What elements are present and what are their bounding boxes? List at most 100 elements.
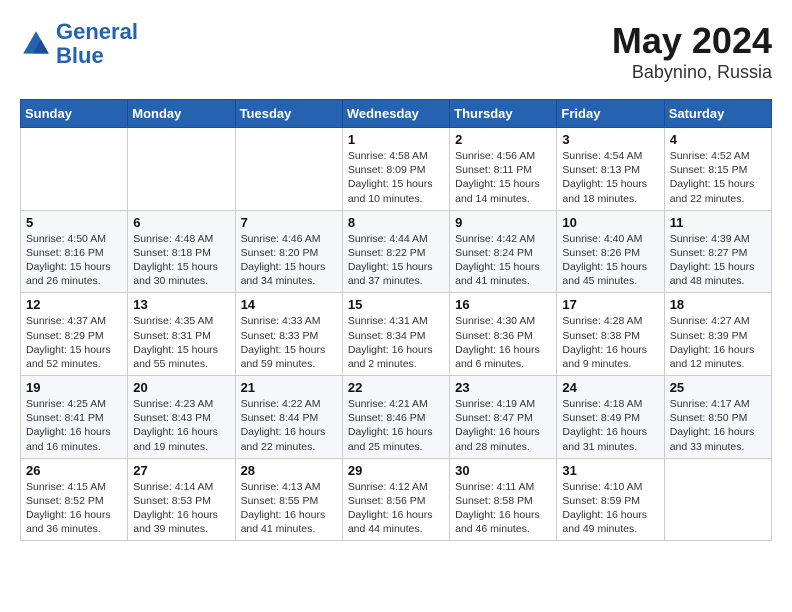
calendar-cell (664, 458, 771, 541)
calendar-cell: 14 Sunrise: 4:33 AM Sunset: 8:33 PM Dayli… (235, 293, 342, 376)
calendar-cell: 23 Sunrise: 4:19 AM Sunset: 8:47 PM Dayli… (450, 376, 557, 459)
calendar-cell: 8Sunrise: 4:44 AM Sunset: 8:22 PM Daylig… (342, 210, 449, 293)
day-number: 26 (26, 463, 122, 478)
day-info: Sunrise: 4:22 AM Sunset: 8:44 PM Dayligh… (241, 397, 337, 454)
calendar-cell: 19 Sunrise: 4:25 AM Sunset: 8:41 PM Dayli… (21, 376, 128, 459)
day-info: Sunrise: 4:40 AM Sunset: 8:26 PM Dayligh… (562, 232, 658, 289)
calendar-week-row: 26 Sunrise: 4:15 AM Sunset: 8:52 PM Dayli… (21, 458, 772, 541)
calendar-cell: 29 Sunrise: 4:12 AM Sunset: 8:56 PM Dayli… (342, 458, 449, 541)
day-info: Sunrise: 4:58 AM Sunset: 8:09 PM Dayligh… (348, 149, 444, 206)
day-number: 16 (455, 297, 551, 312)
day-number: 11 (670, 215, 766, 230)
day-info: Sunrise: 4:21 AM Sunset: 8:46 PM Dayligh… (348, 397, 444, 454)
day-number: 18 (670, 297, 766, 312)
day-info: Sunrise: 4:11 AM Sunset: 8:58 PM Dayligh… (455, 480, 551, 537)
calendar-cell: 17 Sunrise: 4:28 AM Sunset: 8:38 PM Dayli… (557, 293, 664, 376)
weekday-header-saturday: Saturday (664, 100, 771, 128)
day-info: Sunrise: 4:23 AM Sunset: 8:43 PM Dayligh… (133, 397, 229, 454)
calendar-cell: 16 Sunrise: 4:30 AM Sunset: 8:36 PM Dayli… (450, 293, 557, 376)
day-info: Sunrise: 4:14 AM Sunset: 8:53 PM Dayligh… (133, 480, 229, 537)
day-number: 3 (562, 132, 658, 147)
calendar-cell: 28 Sunrise: 4:13 AM Sunset: 8:55 PM Dayli… (235, 458, 342, 541)
calendar-week-row: 1 Sunrise: 4:58 AM Sunset: 8:09 PM Daylig… (21, 128, 772, 211)
day-info: Sunrise: 4:15 AM Sunset: 8:52 PM Dayligh… (26, 480, 122, 537)
calendar-cell: 3 Sunrise: 4:54 AM Sunset: 8:13 PM Daylig… (557, 128, 664, 211)
weekday-header-friday: Friday (557, 100, 664, 128)
calendar-cell: 12Sunrise: 4:37 AM Sunset: 8:29 PM Dayli… (21, 293, 128, 376)
day-info: Sunrise: 4:39 AM Sunset: 8:27 PM Dayligh… (670, 232, 766, 289)
day-number: 28 (241, 463, 337, 478)
day-number: 7 (241, 215, 337, 230)
day-number: 1 (348, 132, 444, 147)
calendar-cell: 22 Sunrise: 4:21 AM Sunset: 8:46 PM Dayli… (342, 376, 449, 459)
day-info: Sunrise: 4:54 AM Sunset: 8:13 PM Dayligh… (562, 149, 658, 206)
calendar-cell: 24 Sunrise: 4:18 AM Sunset: 8:49 PM Dayli… (557, 376, 664, 459)
calendar-week-row: 19 Sunrise: 4:25 AM Sunset: 8:41 PM Dayli… (21, 376, 772, 459)
logo-text: General Blue (56, 20, 138, 68)
day-info: Sunrise: 4:19 AM Sunset: 8:47 PM Dayligh… (455, 397, 551, 454)
day-info: Sunrise: 4:10 AM Sunset: 8:59 PM Dayligh… (562, 480, 658, 537)
logo: General Blue (20, 20, 138, 68)
day-number: 30 (455, 463, 551, 478)
day-info: Sunrise: 4:27 AM Sunset: 8:39 PM Dayligh… (670, 314, 766, 371)
calendar-cell: 21Sunrise: 4:22 AM Sunset: 8:44 PM Dayli… (235, 376, 342, 459)
day-info: Sunrise: 4:25 AM Sunset: 8:41 PM Dayligh… (26, 397, 122, 454)
calendar-cell: 30 Sunrise: 4:11 AM Sunset: 8:58 PM Dayli… (450, 458, 557, 541)
day-info: Sunrise: 4:46 AM Sunset: 8:20 PM Dayligh… (241, 232, 337, 289)
day-number: 25 (670, 380, 766, 395)
calendar-cell: 15 Sunrise: 4:31 AM Sunset: 8:34 PM Dayli… (342, 293, 449, 376)
day-info: Sunrise: 4:31 AM Sunset: 8:34 PM Dayligh… (348, 314, 444, 371)
logo-line1: General (56, 19, 138, 44)
calendar-week-row: 12Sunrise: 4:37 AM Sunset: 8:29 PM Dayli… (21, 293, 772, 376)
month-year: May 2024 (612, 20, 772, 62)
weekday-header-wednesday: Wednesday (342, 100, 449, 128)
day-info: Sunrise: 4:12 AM Sunset: 8:56 PM Dayligh… (348, 480, 444, 537)
day-number: 6 (133, 215, 229, 230)
day-info: Sunrise: 4:30 AM Sunset: 8:36 PM Dayligh… (455, 314, 551, 371)
calendar-cell: 25 Sunrise: 4:17 AM Sunset: 8:50 PM Dayli… (664, 376, 771, 459)
day-number: 15 (348, 297, 444, 312)
calendar-cell: 11 Sunrise: 4:39 AM Sunset: 8:27 PM Dayli… (664, 210, 771, 293)
day-info: Sunrise: 4:50 AM Sunset: 8:16 PM Dayligh… (26, 232, 122, 289)
calendar-cell: 7 Sunrise: 4:46 AM Sunset: 8:20 PM Daylig… (235, 210, 342, 293)
day-number: 23 (455, 380, 551, 395)
day-number: 4 (670, 132, 766, 147)
page-header: General Blue May 2024 Babynino, Russia (20, 20, 772, 83)
calendar-cell (235, 128, 342, 211)
calendar-cell: 2Sunrise: 4:56 AM Sunset: 8:11 PM Daylig… (450, 128, 557, 211)
day-info: Sunrise: 4:48 AM Sunset: 8:18 PM Dayligh… (133, 232, 229, 289)
calendar-cell: 4 Sunrise: 4:52 AM Sunset: 8:15 PM Daylig… (664, 128, 771, 211)
weekday-header-sunday: Sunday (21, 100, 128, 128)
day-info: Sunrise: 4:13 AM Sunset: 8:55 PM Dayligh… (241, 480, 337, 537)
day-info: Sunrise: 4:44 AM Sunset: 8:22 PM Dayligh… (348, 232, 444, 289)
day-number: 31 (562, 463, 658, 478)
day-info: Sunrise: 4:33 AM Sunset: 8:33 PM Dayligh… (241, 314, 337, 371)
day-number: 5 (26, 215, 122, 230)
day-number: 24 (562, 380, 658, 395)
calendar-week-row: 5 Sunrise: 4:50 AM Sunset: 8:16 PM Daylig… (21, 210, 772, 293)
location: Babynino, Russia (612, 62, 772, 83)
logo-line2: Blue (56, 43, 104, 68)
day-info: Sunrise: 4:18 AM Sunset: 8:49 PM Dayligh… (562, 397, 658, 454)
calendar-cell: 26 Sunrise: 4:15 AM Sunset: 8:52 PM Dayli… (21, 458, 128, 541)
day-number: 19 (26, 380, 122, 395)
day-number: 17 (562, 297, 658, 312)
calendar-table: SundayMondayTuesdayWednesdayThursdayFrid… (20, 99, 772, 541)
day-info: Sunrise: 4:56 AM Sunset: 8:11 PM Dayligh… (455, 149, 551, 206)
day-info: Sunrise: 4:52 AM Sunset: 8:15 PM Dayligh… (670, 149, 766, 206)
logo-icon (20, 28, 52, 60)
weekday-header-monday: Monday (128, 100, 235, 128)
calendar-cell: 6 Sunrise: 4:48 AM Sunset: 8:18 PM Daylig… (128, 210, 235, 293)
calendar-cell (21, 128, 128, 211)
calendar-cell: 20Sunrise: 4:23 AM Sunset: 8:43 PM Dayli… (128, 376, 235, 459)
weekday-header-row: SundayMondayTuesdayWednesdayThursdayFrid… (21, 100, 772, 128)
day-number: 22 (348, 380, 444, 395)
calendar-cell: 1 Sunrise: 4:58 AM Sunset: 8:09 PM Daylig… (342, 128, 449, 211)
day-info: Sunrise: 4:28 AM Sunset: 8:38 PM Dayligh… (562, 314, 658, 371)
calendar-cell: 10Sunrise: 4:40 AM Sunset: 8:26 PM Dayli… (557, 210, 664, 293)
day-number: 29 (348, 463, 444, 478)
day-info: Sunrise: 4:17 AM Sunset: 8:50 PM Dayligh… (670, 397, 766, 454)
day-info: Sunrise: 4:35 AM Sunset: 8:31 PM Dayligh… (133, 314, 229, 371)
day-number: 13 (133, 297, 229, 312)
day-number: 14 (241, 297, 337, 312)
